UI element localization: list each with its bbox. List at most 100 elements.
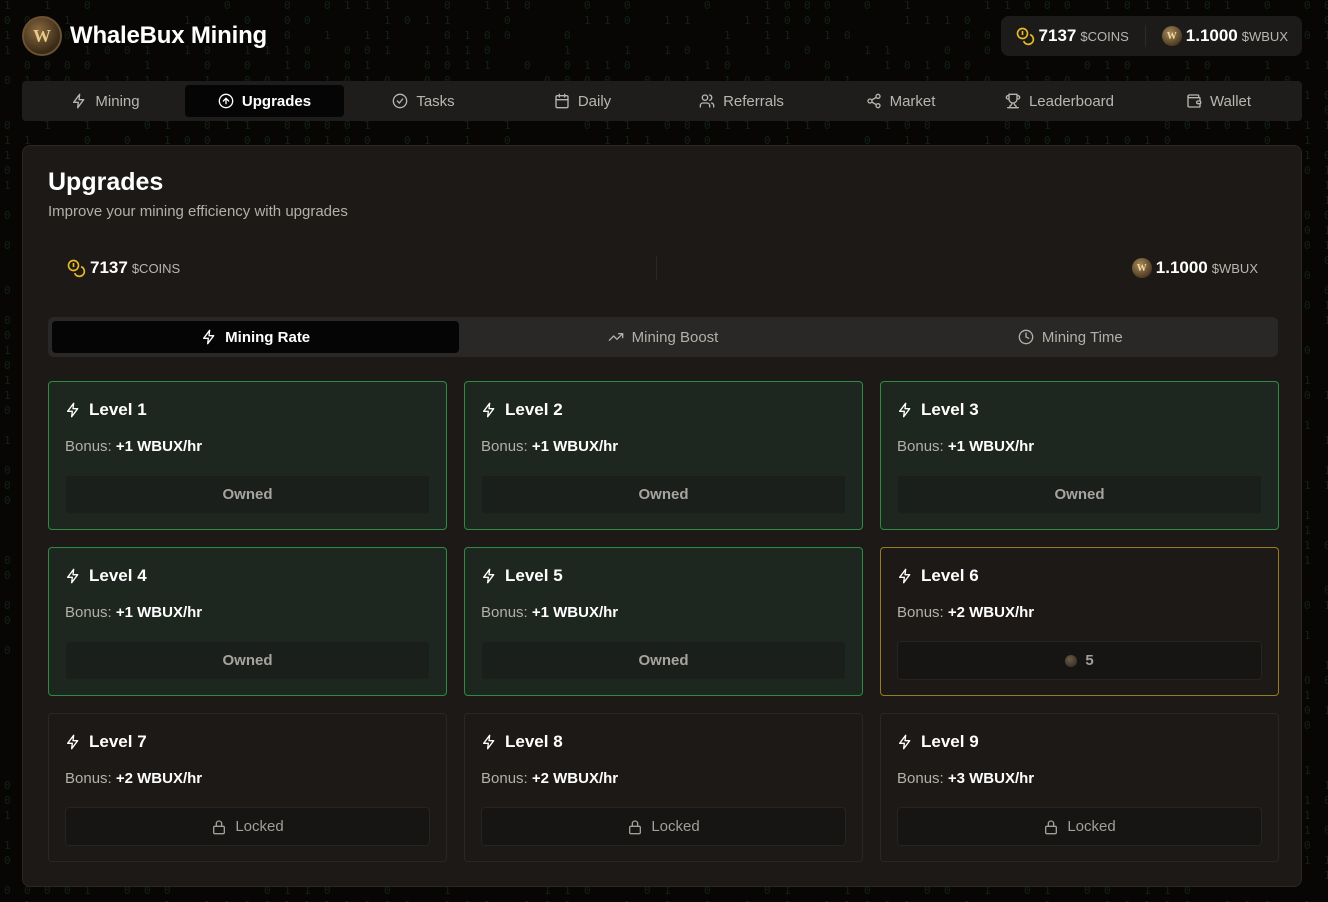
upgrade-card-level-2: Level 2 Bonus: +1 WBUX/hr Owned <box>464 381 863 530</box>
bolt-icon <box>899 734 911 750</box>
card-bonus: Bonus: +2 WBUX/hr <box>65 770 430 787</box>
header-balances: 7137 $COINS W 1.1000 $WBUX <box>1000 16 1302 56</box>
card-title: Level 6 <box>921 566 979 585</box>
clock-icon <box>1018 329 1034 345</box>
owned-button[interactable]: Owned <box>481 641 846 680</box>
balance-summary: 7137 $COINS W 1.1000 $WBUX <box>48 254 1276 282</box>
owned-button[interactable]: Owned <box>481 475 846 514</box>
nav-label: Tasks <box>416 92 455 110</box>
arrow-up-circle-icon <box>218 93 234 109</box>
calendar-icon <box>555 93 569 109</box>
share-icon <box>866 93 881 109</box>
nav-label: Upgrades <box>241 92 312 110</box>
upgrade-card-level-6: Level 6 Bonus: +2 WBUX/hr 5 <box>880 547 1279 696</box>
tab-mining-time[interactable]: Mining Time <box>867 321 1274 353</box>
app-logo: W <box>22 16 62 56</box>
bolt-icon <box>203 329 215 345</box>
button-label: Owned <box>222 486 273 503</box>
nav-label: Daily <box>577 92 612 110</box>
nav-market[interactable]: Market <box>821 85 980 117</box>
upgrade-card-level-1: Level 1 Bonus: +1 WBUX/hr Owned <box>48 381 447 530</box>
tab-mining-rate[interactable]: Mining Rate <box>52 321 460 353</box>
matrix-column: 1 0 1 1 0 0 1 1 0 1 0 0 0 0 0 1 0 1 1 0 … <box>4 0 11 897</box>
coins-unit: $COINS <box>1080 29 1129 44</box>
nav-label: Referrals <box>723 92 784 110</box>
owned-button[interactable]: Owned <box>897 475 1262 514</box>
bolt-icon <box>67 568 79 584</box>
card-title: Level 9 <box>921 732 979 751</box>
bonus-prefix: Bonus: <box>481 604 528 621</box>
card-title: Level 7 <box>89 732 147 751</box>
nav-wallet[interactable]: Wallet <box>1139 85 1298 117</box>
upgrade-grid: Level 1 Bonus: +1 WBUX/hr Owned Level 2 … <box>48 381 1279 862</box>
wbux-coin-icon <box>1065 654 1078 667</box>
bonus-value: +3 WBUX/hr <box>947 770 1035 787</box>
locked-button[interactable]: Locked <box>481 807 846 846</box>
card-title: Level 5 <box>505 566 563 585</box>
nav-tasks[interactable]: Tasks <box>344 85 503 117</box>
matrix-column: 0 0 1 1 0 0 1 0 1 1 1 0 1 1 0 0 1 1 1 1 … <box>1324 0 1328 882</box>
button-label: Locked <box>651 818 700 835</box>
wbux-unit: $WBUX <box>1241 29 1288 44</box>
buy-upgrade-button[interactable]: 5 <box>897 641 1262 680</box>
button-label: Owned <box>1054 486 1105 503</box>
page-subtitle: Improve your mining efficiency with upgr… <box>48 203 348 220</box>
card-title: Level 2 <box>505 400 563 419</box>
check-circle-icon <box>392 93 408 109</box>
nav-label: Wallet <box>1209 92 1252 110</box>
bonus-value: +1 WBUX/hr <box>115 604 203 621</box>
card-bonus: Bonus: +2 WBUX/hr <box>897 604 1262 621</box>
upgrade-card-level-3: Level 3 Bonus: +1 WBUX/hr Owned <box>880 381 1279 530</box>
nav-label: Market <box>889 92 936 110</box>
wbux-unit: $WBUX <box>1211 261 1258 276</box>
bonus-value: +2 WBUX/hr <box>947 604 1035 621</box>
coins-icon <box>1016 27 1034 46</box>
upgrade-tabs: Mining Rate Mining Boost Mining Time <box>48 317 1278 357</box>
bonus-prefix: Bonus: <box>481 438 528 455</box>
brand: W WhaleBux Mining <box>22 16 267 56</box>
coins-amount: 7137 <box>1038 26 1077 45</box>
tab-mining-boost[interactable]: Mining Boost <box>459 321 866 353</box>
bolt-icon <box>483 402 495 418</box>
owned-button[interactable]: Owned <box>65 641 430 680</box>
nav-mining[interactable]: Mining <box>26 85 185 117</box>
wbux-balance: W 1.1000 $WBUX <box>1156 26 1294 46</box>
lock-icon <box>1045 819 1058 834</box>
price-label: 5 <box>1085 652 1094 669</box>
nav-leaderboard[interactable]: Leaderboard <box>980 85 1139 117</box>
card-title: Level 4 <box>89 566 147 585</box>
button-label: Locked <box>235 818 284 835</box>
bolt-icon <box>73 93 85 109</box>
card-title: Level 3 <box>921 400 979 419</box>
card-bonus: Bonus: +1 WBUX/hr <box>65 604 430 621</box>
card-bonus: Bonus: +2 WBUX/hr <box>481 770 846 787</box>
lock-icon <box>213 819 226 834</box>
nav-referrals[interactable]: Referrals <box>662 85 821 117</box>
trophy-icon <box>1005 93 1021 109</box>
button-label: Owned <box>638 486 689 503</box>
locked-button[interactable]: Locked <box>65 807 430 846</box>
coins-unit: $COINS <box>131 261 181 276</box>
coins-icon <box>67 259 86 278</box>
nav-label: Mining <box>95 92 140 110</box>
wbux-coin-icon: W <box>1131 258 1152 278</box>
bonus-prefix: Bonus: <box>897 604 944 621</box>
balance-divider <box>1144 25 1146 47</box>
matrix-column: 0 0 1 1 1 1 1 0 0 0 0 0 0 0 1 0 1 1 1 1 … <box>1304 0 1311 902</box>
button-label: Owned <box>638 652 689 669</box>
bolt-icon <box>67 734 79 750</box>
bonus-value: +1 WBUX/hr <box>115 438 203 455</box>
tab-label: Mining Rate <box>225 328 311 346</box>
bolt-icon <box>67 402 79 418</box>
upgrade-card-level-7: Level 7 Bonus: +2 WBUX/hr Locked <box>48 713 447 862</box>
locked-button[interactable]: Locked <box>897 807 1262 846</box>
owned-button[interactable]: Owned <box>65 475 430 514</box>
upgrade-card-level-8: Level 8 Bonus: +2 WBUX/hr Locked <box>464 713 863 862</box>
bonus-prefix: Bonus: <box>481 770 528 787</box>
nav-upgrades[interactable]: Upgrades <box>185 85 344 117</box>
bonus-value: +1 WBUX/hr <box>531 604 619 621</box>
bonus-prefix: Bonus: <box>65 604 112 621</box>
upgrade-card-level-9: Level 9 Bonus: +3 WBUX/hr Locked <box>880 713 1279 862</box>
bonus-value: +2 WBUX/hr <box>115 770 203 787</box>
nav-daily[interactable]: Daily <box>503 85 662 117</box>
